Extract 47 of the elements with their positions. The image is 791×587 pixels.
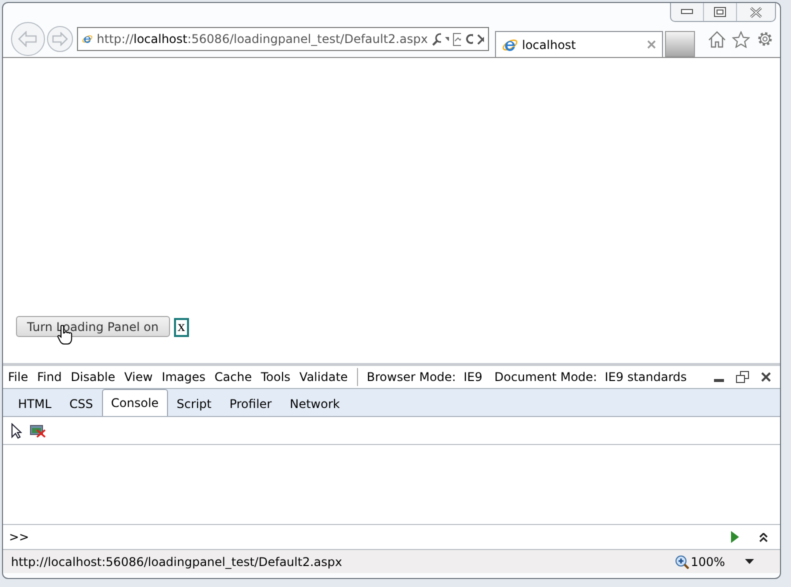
home-icon[interactable] bbox=[708, 30, 726, 48]
pointer-icon[interactable] bbox=[11, 422, 22, 438]
expand-icon[interactable] bbox=[759, 532, 768, 542]
close-tab-icon[interactable] bbox=[647, 40, 656, 49]
address-url: http://localhost:56086/loadingpanel_test/Default2.aspx bbox=[96, 32, 428, 46]
undock-icon[interactable] bbox=[736, 371, 749, 383]
menu-item[interactable]: Tools bbox=[260, 370, 290, 384]
devtools-tab[interactable]: Network bbox=[280, 391, 349, 416]
menu-item[interactable]: Find bbox=[37, 370, 62, 384]
settings-icon[interactable] bbox=[756, 30, 774, 48]
zoom-level[interactable]: 100% bbox=[690, 554, 725, 568]
menu-item[interactable]: Disable bbox=[70, 370, 116, 384]
address-bar[interactable]: http://localhost:56086/loadingpanel_test/Default2.aspx bbox=[77, 27, 489, 51]
browser-logo-icon bbox=[502, 36, 518, 52]
zoom-icon[interactable] bbox=[674, 554, 689, 568]
devtools-tab[interactable]: CSS bbox=[60, 391, 102, 416]
star-icon[interactable] bbox=[732, 30, 750, 48]
close-icon bbox=[749, 6, 763, 18]
search-icon[interactable] bbox=[432, 32, 441, 46]
devtools-tab[interactable]: HTML bbox=[9, 391, 60, 416]
console-prompt: >> bbox=[9, 530, 30, 544]
compatibility-icon[interactable] bbox=[453, 32, 461, 46]
menu-item[interactable]: Images bbox=[162, 370, 206, 384]
zoom-caret-icon[interactable] bbox=[745, 559, 754, 564]
devtools-tab[interactable]: Profiler bbox=[220, 391, 281, 416]
new-tab-button[interactable] bbox=[665, 31, 695, 57]
run-icon[interactable] bbox=[731, 531, 739, 543]
menu-item[interactable]: Validate bbox=[299, 370, 348, 384]
devtools-tab[interactable]: Console bbox=[102, 389, 168, 416]
close-icon[interactable] bbox=[761, 372, 771, 382]
menu-item[interactable]: View bbox=[124, 370, 153, 384]
forward-arrow-icon bbox=[52, 32, 68, 46]
dropdown-caret-icon[interactable] bbox=[444, 37, 450, 41]
menu-item[interactable]: Cache bbox=[214, 370, 252, 384]
maximize-icon bbox=[714, 7, 726, 17]
mode-menu[interactable]: Browser Mode: IE9 bbox=[366, 370, 482, 384]
status-url: http://localhost:56086/loadingpanel_test/Default2.aspx bbox=[11, 554, 344, 568]
devtools-tab[interactable]: Script bbox=[168, 391, 220, 416]
minimize-icon bbox=[681, 9, 693, 15]
menu-item[interactable]: File bbox=[8, 370, 28, 384]
mode-menu[interactable]: Document Mode: IE9 standards bbox=[494, 370, 687, 384]
console-input[interactable]: >> bbox=[3, 524, 780, 550]
text-box[interactable]: x bbox=[174, 318, 190, 337]
browser-tab[interactable]: localhost bbox=[495, 31, 663, 57]
turn-loading-panel-on-button[interactable]: Turn Loading Panel on bbox=[16, 316, 170, 337]
back-arrow-icon bbox=[18, 31, 38, 47]
clear-console-icon[interactable] bbox=[30, 424, 46, 438]
